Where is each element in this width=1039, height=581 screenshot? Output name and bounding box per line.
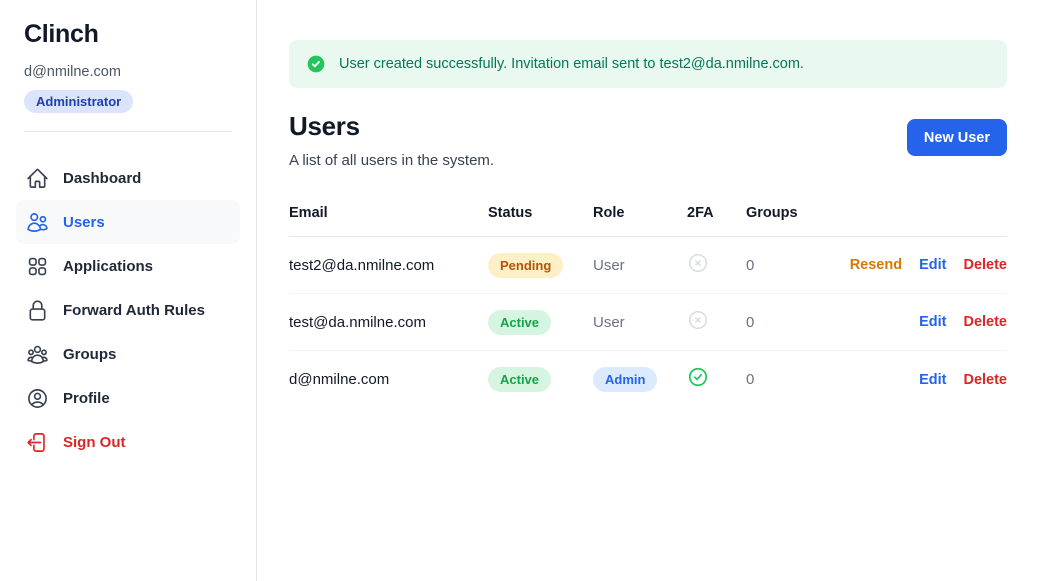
- grid-icon: [26, 255, 49, 278]
- twofa-disabled-icon: [687, 309, 709, 331]
- column-header-role: Role: [593, 205, 687, 221]
- status-badge: Active: [488, 310, 551, 335]
- user-email: test@da.nmilne.com: [289, 314, 488, 331]
- user-group-icon: [26, 343, 49, 366]
- user-email: d@nmilne.com: [289, 371, 488, 388]
- role-badge: Admin: [593, 367, 657, 392]
- groups-count: 0: [746, 314, 919, 331]
- success-notification: User created successfully. Invitation em…: [289, 40, 1007, 88]
- table-header-row: Email Status Role 2FA Groups: [289, 199, 1007, 237]
- users-icon: [26, 211, 49, 234]
- edit-link[interactable]: Edit: [919, 257, 946, 273]
- table-row: test@da.nmilne.com Active User 0 Edit De…: [289, 294, 1007, 351]
- sidebar-item-label: Users: [63, 214, 105, 231]
- main-content: User created successfully. Invitation em…: [257, 0, 1039, 581]
- resend-link[interactable]: Resend: [850, 257, 902, 273]
- sidebar: Clinch d@nmilne.com Administrator Dashbo…: [0, 0, 257, 581]
- sidebar-item-applications[interactable]: Applications: [16, 244, 240, 288]
- twofa-disabled-icon: [687, 252, 709, 274]
- sidebar-item-profile[interactable]: Profile: [16, 376, 240, 420]
- sidebar-item-sign-out[interactable]: Sign Out: [16, 420, 240, 464]
- table-row: d@nmilne.com Active Admin 0 Edit Delete: [289, 351, 1007, 408]
- sidebar-item-label: Forward Auth Rules: [63, 302, 205, 319]
- page-subtitle: A list of all users in the system.: [289, 152, 494, 169]
- sidebar-item-forward-auth-rules[interactable]: Forward Auth Rules: [16, 288, 240, 332]
- lock-icon: [26, 299, 49, 322]
- home-icon: [26, 167, 49, 190]
- row-actions: Edit Delete: [919, 372, 1007, 388]
- sign-out-icon: [26, 431, 49, 454]
- users-table: Email Status Role 2FA Groups test2@da.nm…: [289, 199, 1007, 408]
- sidebar-divider: [24, 131, 232, 132]
- page-header-text: Users A list of all users in the system.: [289, 111, 494, 169]
- role-value: User: [593, 257, 687, 274]
- column-header-status: Status: [488, 205, 593, 221]
- delete-link[interactable]: Delete: [963, 372, 1007, 388]
- twofa-status: [687, 309, 746, 336]
- twofa-enabled-icon: [687, 366, 709, 388]
- edit-link[interactable]: Edit: [919, 372, 946, 388]
- user-email: test2@da.nmilne.com: [289, 257, 488, 274]
- sidebar-item-label: Groups: [63, 346, 116, 363]
- delete-link[interactable]: Delete: [963, 257, 1007, 273]
- sidebar-nav: Dashboard Users Applications Forward Aut…: [16, 156, 240, 464]
- page-title: Users: [289, 111, 494, 142]
- notification-message: User created successfully. Invitation em…: [339, 56, 804, 72]
- groups-count: 0: [746, 257, 850, 274]
- sidebar-item-label: Profile: [63, 390, 110, 407]
- edit-link[interactable]: Edit: [919, 314, 946, 330]
- sidebar-item-label: Sign Out: [63, 434, 126, 451]
- table-row: test2@da.nmilne.com Pending User 0 Resen…: [289, 237, 1007, 294]
- twofa-status: [687, 366, 746, 393]
- status-badge: Active: [488, 367, 551, 392]
- sidebar-item-label: Dashboard: [63, 170, 141, 187]
- administrator-badge: Administrator: [24, 90, 133, 113]
- sidebar-item-users[interactable]: Users: [16, 200, 240, 244]
- twofa-status: [687, 252, 746, 279]
- sidebar-item-label: Applications: [63, 258, 153, 275]
- column-header-groups: Groups: [746, 205, 1007, 221]
- row-actions: Edit Delete: [919, 314, 1007, 330]
- new-user-button[interactable]: New User: [907, 119, 1007, 156]
- page-header: Users A list of all users in the system.…: [289, 111, 1007, 169]
- sidebar-item-dashboard[interactable]: Dashboard: [16, 156, 240, 200]
- column-header-2fa: 2FA: [687, 205, 746, 221]
- current-user-email: d@nmilne.com: [16, 64, 240, 80]
- role-value: User: [593, 314, 687, 331]
- status-badge: Pending: [488, 253, 563, 278]
- row-actions: Resend Edit Delete: [850, 257, 1007, 273]
- sidebar-item-groups[interactable]: Groups: [16, 332, 240, 376]
- column-header-email: Email: [289, 205, 488, 221]
- check-circle-icon: [306, 54, 326, 74]
- user-circle-icon: [26, 387, 49, 410]
- groups-count: 0: [746, 371, 919, 388]
- delete-link[interactable]: Delete: [963, 314, 1007, 330]
- app-logo: Clinch: [16, 20, 240, 49]
